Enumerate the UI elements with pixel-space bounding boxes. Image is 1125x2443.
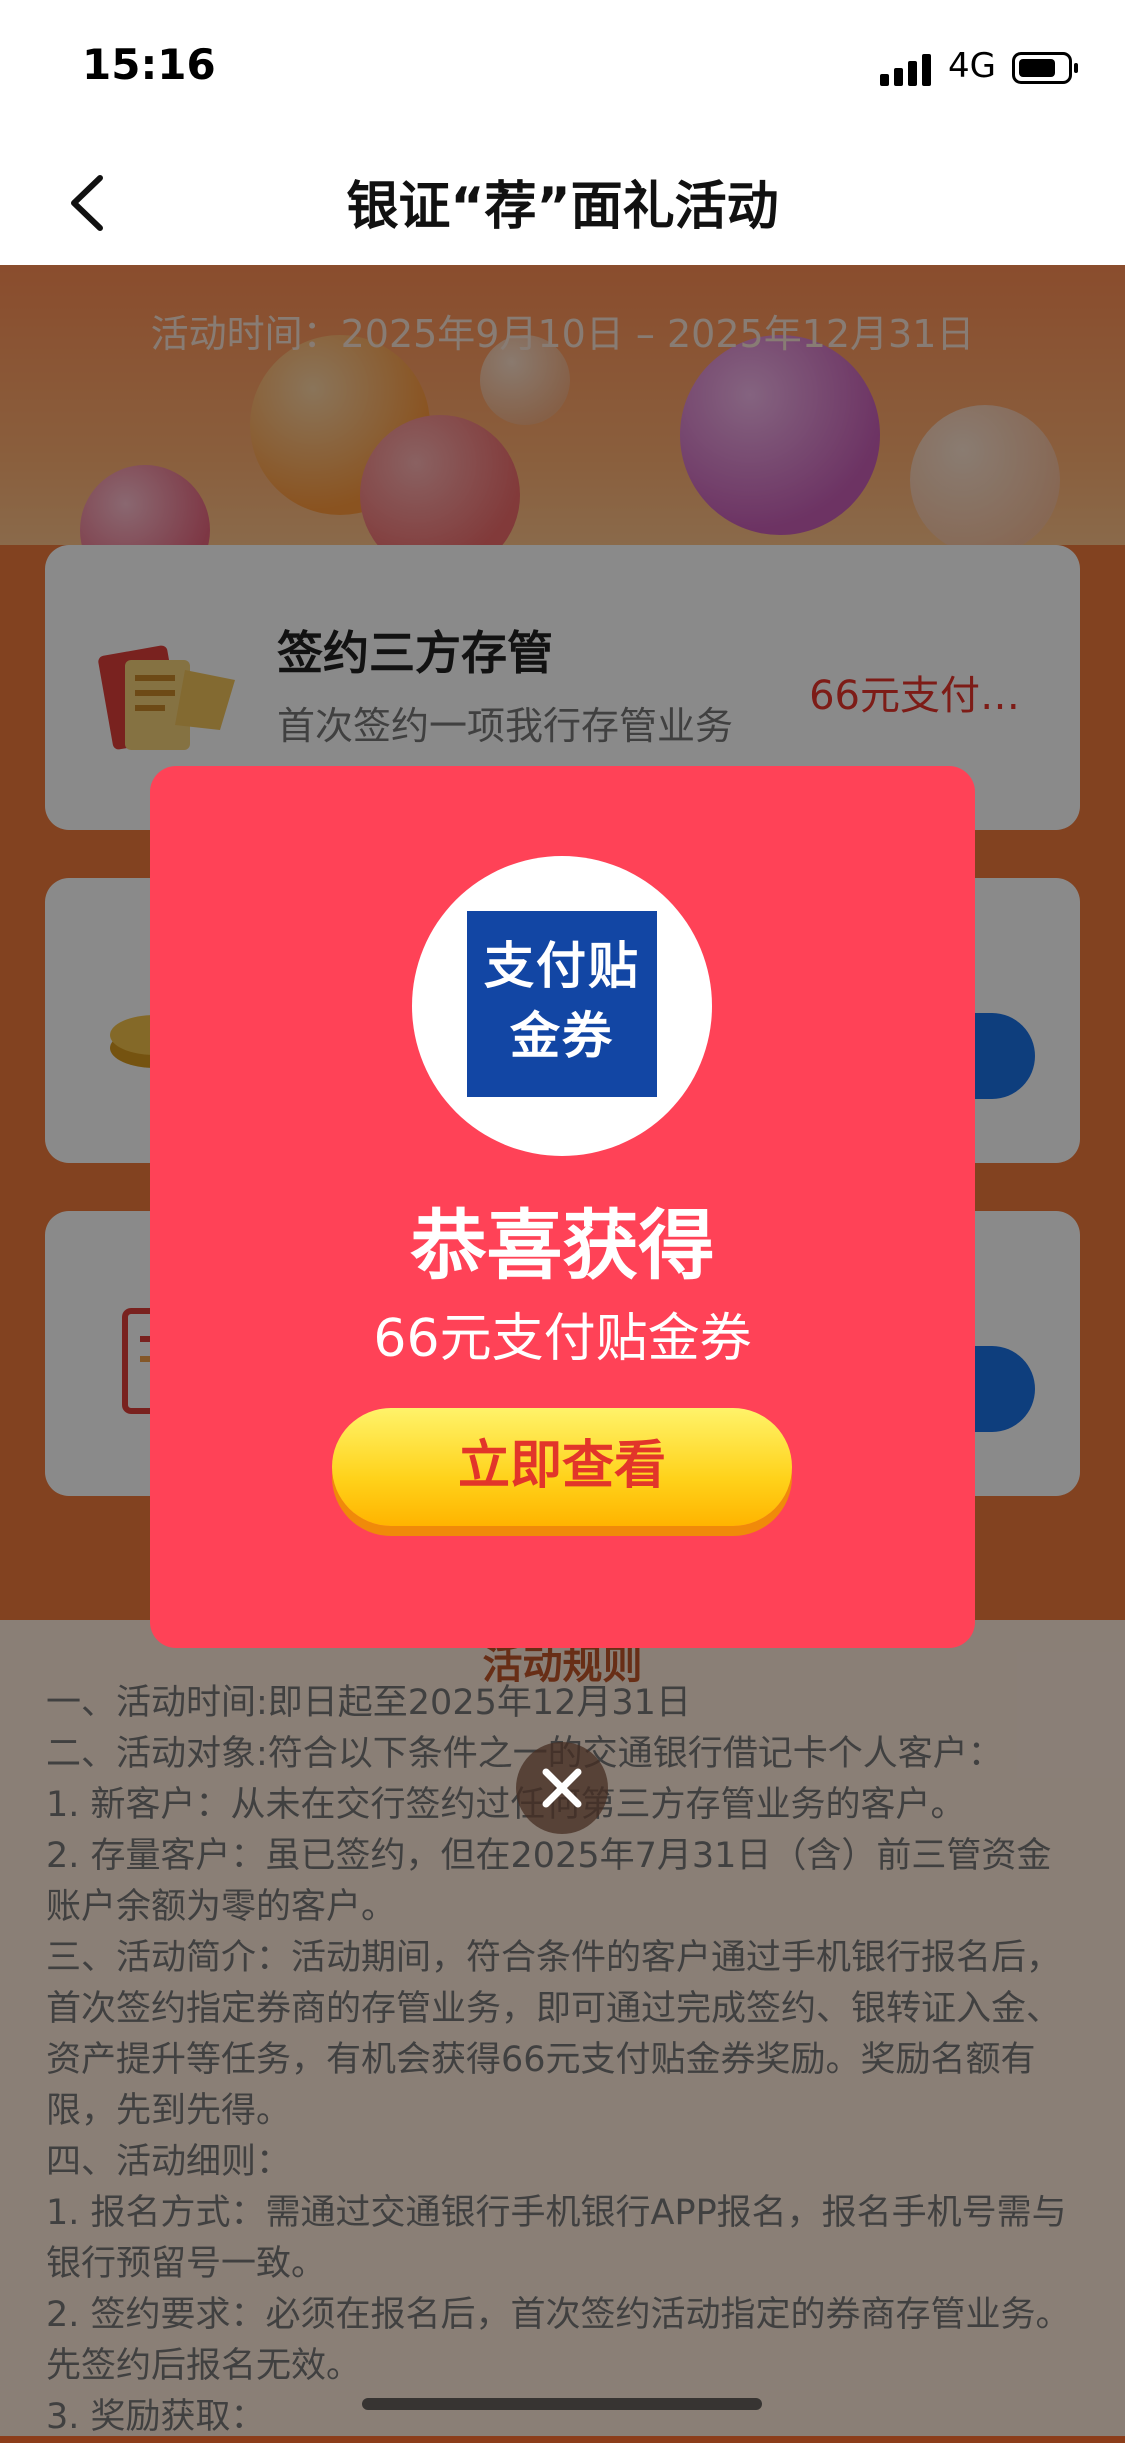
page-title: 银证“荐”面礼活动 — [346, 177, 779, 237]
congrats-heading: 恭喜获得 — [410, 1201, 715, 1290]
coupon-line-2: 金券 — [510, 1007, 614, 1065]
close-icon — [542, 1768, 582, 1808]
signal-icon — [880, 52, 936, 86]
status-time: 15:16 — [82, 40, 216, 89]
coupon-line-1: 支付贴 — [484, 937, 640, 995]
battery-icon — [1012, 52, 1078, 84]
close-dialog-button[interactable] — [516, 1742, 608, 1834]
reward-dialog: 支付贴 金券 恭喜获得 66元支付贴金券 立即查看 — [150, 766, 975, 1648]
view-now-button[interactable]: 立即查看 — [332, 1408, 792, 1526]
status-bar: 15:16 4G — [0, 0, 1125, 140]
home-indicator — [362, 2398, 762, 2410]
prize-text: 66元支付贴金券 — [373, 1309, 752, 1369]
coupon-image-circle: 支付贴 金券 — [412, 856, 712, 1156]
network-label: 4G — [948, 46, 996, 86]
nav-bar: 银证“荐”面礼活动 — [0, 140, 1125, 265]
coupon-image: 支付贴 金券 — [467, 911, 657, 1097]
